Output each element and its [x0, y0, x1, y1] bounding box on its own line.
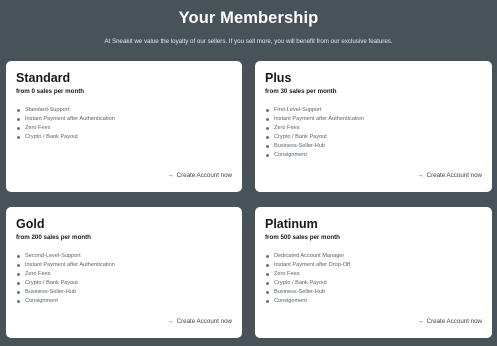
- bullet-dot-icon: [266, 145, 269, 148]
- bullet-dot-icon: [17, 273, 20, 276]
- feature-text: Crypto / Bank Payout: [274, 280, 327, 286]
- bullet-dot-icon: [266, 136, 269, 139]
- plan-requirement: from 200 sales per month: [16, 234, 91, 241]
- feature-text: Consignment: [274, 298, 307, 304]
- feature-item: Consignment: [16, 297, 232, 306]
- feature-text: Consignment: [25, 298, 58, 304]
- feature-text: Business-Seller-Hub: [274, 143, 325, 149]
- arrow-right-icon: →: [417, 172, 424, 179]
- bullet-dot-icon: [17, 109, 20, 112]
- bullet-dot-icon: [17, 282, 20, 285]
- plan-name: Gold: [16, 217, 45, 231]
- feature-text: First-Level-Support: [274, 107, 322, 113]
- feature-text: Dedicated Account Manager: [274, 253, 345, 259]
- cta-label: Create Account now: [426, 172, 482, 179]
- feature-text: Instant Payment after Drop-Off: [274, 262, 351, 268]
- feature-list: Dedicated Account Manager Instant Paymen…: [265, 252, 482, 306]
- feature-item: Crypto / Bank Payout: [265, 279, 482, 288]
- feature-text: Instant Payment after Authentication: [25, 116, 115, 122]
- feature-text: Business-Seller-Hub: [274, 289, 325, 295]
- plan-requirement: from 500 sales per month: [265, 234, 340, 241]
- bullet-dot-icon: [266, 255, 269, 258]
- cta-label: Create Account now: [426, 318, 482, 325]
- feature-list: First-Level-Support Instant Payment afte…: [265, 106, 482, 160]
- create-account-link[interactable]: → Create Account now: [167, 318, 232, 325]
- bullet-dot-icon: [266, 291, 269, 294]
- feature-text: Consignment: [274, 152, 307, 158]
- feature-item: Second-Level-Support: [16, 252, 232, 261]
- arrow-right-icon: →: [167, 172, 174, 179]
- feature-item: Business-Seller-Hub: [265, 142, 482, 151]
- plan-card-plus: Plus from 30 sales per month First-Level…: [255, 61, 492, 192]
- feature-text: Zero Fees: [25, 125, 51, 131]
- plan-requirement: from 0 sales per month: [16, 88, 85, 95]
- feature-item: Crypto / Bank Payout: [265, 133, 482, 142]
- bullet-dot-icon: [17, 291, 20, 294]
- feature-item: Business-Seller-Hub: [265, 288, 482, 297]
- bullet-dot-icon: [17, 127, 20, 130]
- feature-item: Instant Payment after Authentication: [16, 261, 232, 270]
- arrow-right-icon: →: [167, 318, 174, 325]
- plan-name: Platinum: [265, 217, 318, 231]
- bullet-dot-icon: [17, 264, 20, 267]
- bullet-dot-icon: [266, 282, 269, 285]
- feature-item: Instant Payment after Drop-Off: [265, 261, 482, 270]
- feature-item: Zero Fees: [265, 270, 482, 279]
- feature-text: Standard-Support: [25, 107, 70, 113]
- plan-card-platinum: Platinum from 500 sales per month Dedica…: [255, 207, 492, 338]
- feature-item: Consignment: [265, 151, 482, 160]
- bullet-dot-icon: [17, 136, 20, 139]
- cta-label: Create Account now: [176, 318, 232, 325]
- feature-list: Second-Level-Support Instant Payment aft…: [16, 252, 232, 306]
- feature-item: Zero Fees: [16, 270, 232, 279]
- plan-name: Standard: [16, 71, 71, 85]
- feature-item: Zero Fees: [16, 124, 232, 133]
- bullet-dot-icon: [17, 118, 20, 121]
- membership-page: Your Membership At Sneakit we value the …: [0, 0, 497, 346]
- plan-requirement: from 30 sales per month: [265, 88, 337, 95]
- create-account-link[interactable]: → Create Account now: [167, 172, 232, 179]
- bullet-dot-icon: [17, 255, 20, 258]
- feature-text: Zero Fees: [274, 271, 300, 277]
- feature-text: Crypto / Bank Payout: [25, 280, 78, 286]
- cta-label: Create Account now: [176, 172, 232, 179]
- create-account-link[interactable]: → Create Account now: [417, 172, 482, 179]
- feature-item: Standard-Support: [16, 106, 232, 115]
- feature-item: Crypto / Bank Payout: [16, 279, 232, 288]
- feature-text: Second-Level-Support: [25, 253, 81, 259]
- feature-text: Crypto / Bank Payout: [274, 134, 327, 140]
- bullet-dot-icon: [266, 154, 269, 157]
- bullet-dot-icon: [266, 273, 269, 276]
- feature-text: Zero Fees: [25, 271, 51, 277]
- page-title: Your Membership: [178, 9, 319, 27]
- feature-item: Instant Payment after Authentication: [16, 115, 232, 124]
- bullet-dot-icon: [266, 109, 269, 112]
- feature-list: Standard-Support Instant Payment after A…: [16, 106, 232, 142]
- feature-item: Consignment: [265, 297, 482, 306]
- feature-item: Business-Seller-Hub: [16, 288, 232, 297]
- feature-item: First-Level-Support: [265, 106, 482, 115]
- feature-text: Crypto / Bank Payout: [25, 134, 78, 140]
- arrow-right-icon: →: [417, 318, 424, 325]
- bullet-dot-icon: [266, 300, 269, 303]
- feature-text: Zero Fees: [274, 125, 300, 131]
- feature-item: Zero Fees: [265, 124, 482, 133]
- feature-item: Instant Payment after Authentication: [265, 115, 482, 124]
- feature-text: Instant Payment after Authentication: [25, 262, 115, 268]
- feature-item: Dedicated Account Manager: [265, 252, 482, 261]
- bullet-dot-icon: [266, 264, 269, 267]
- bullet-dot-icon: [266, 118, 269, 121]
- page-subtitle: At Sneakit we value the loyalty of our s…: [104, 38, 393, 45]
- bullet-dot-icon: [266, 127, 269, 130]
- plan-card-gold: Gold from 200 sales per month Second-Lev…: [6, 207, 242, 338]
- plan-name: Plus: [265, 71, 292, 85]
- feature-text: Business-Seller-Hub: [25, 289, 76, 295]
- feature-text: Instant Payment after Authentication: [274, 116, 364, 122]
- create-account-link[interactable]: → Create Account now: [417, 318, 482, 325]
- bullet-dot-icon: [17, 300, 20, 303]
- plan-card-standard: Standard from 0 sales per month Standard…: [6, 61, 242, 192]
- feature-item: Crypto / Bank Payout: [16, 133, 232, 142]
